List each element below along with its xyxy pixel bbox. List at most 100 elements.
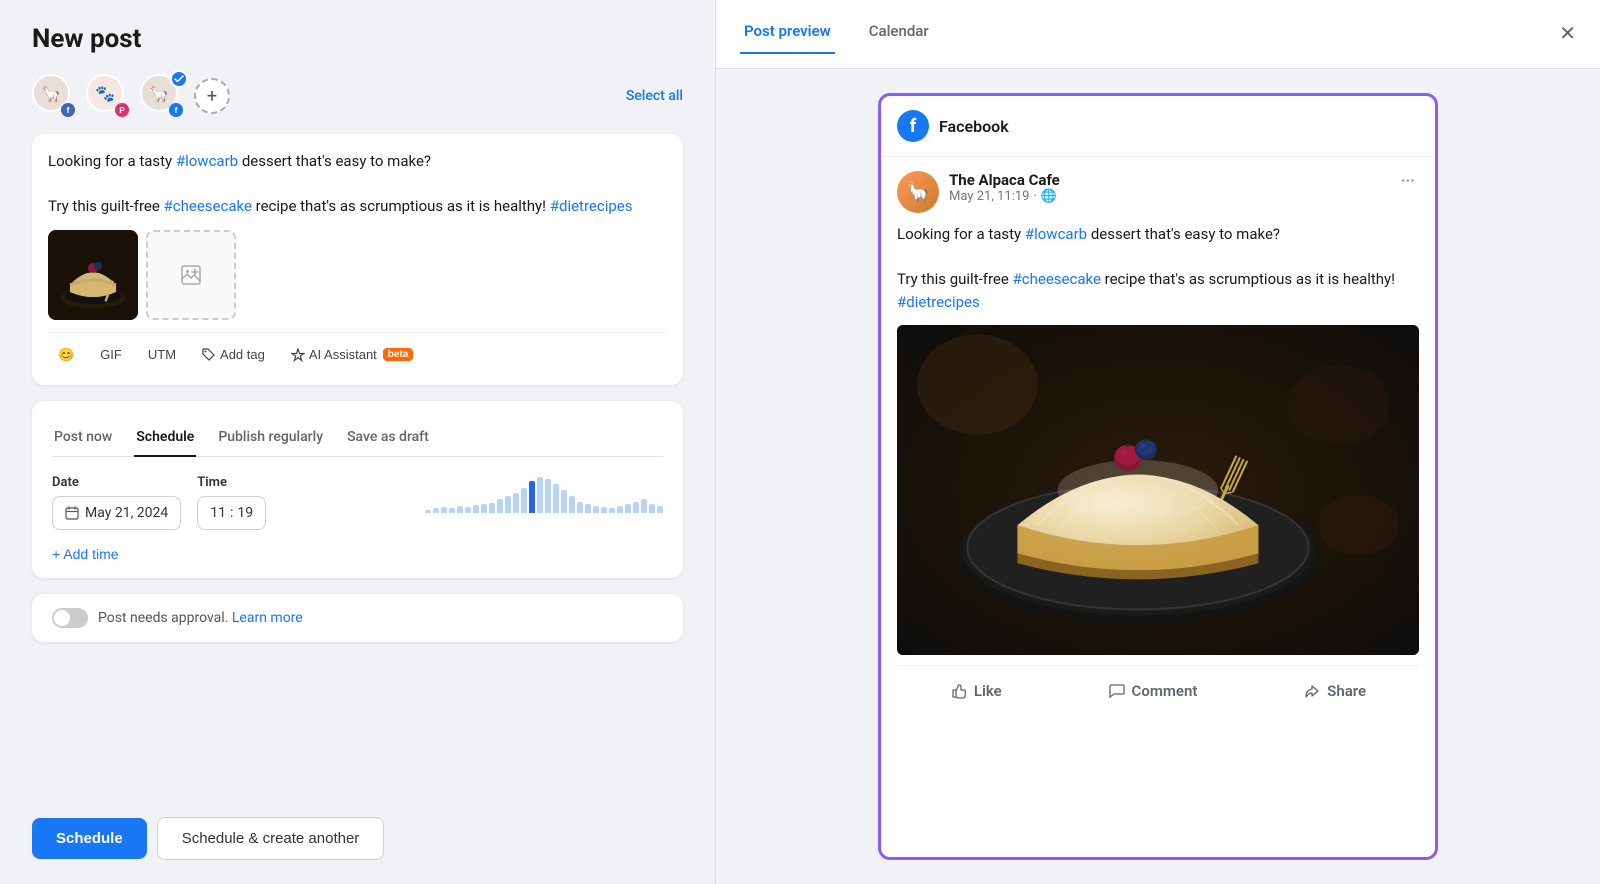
add-tag-button[interactable]: Add tag (192, 341, 275, 368)
approval-text: Post needs approval. Learn more (98, 610, 303, 626)
chart-bar-11 (513, 493, 519, 513)
date-label: Date (52, 475, 181, 490)
chart-bar-23 (609, 508, 615, 513)
preview-content: f Facebook 🦙 The Alpaca Cafe May 21, 11:… (716, 69, 1600, 884)
fb-like-button[interactable]: Like (934, 676, 1018, 706)
fb-platform-name: Facebook (939, 117, 1009, 136)
cheesecake-image-svg (897, 325, 1419, 655)
chart-bar-4 (457, 506, 463, 513)
chart-bar-28 (649, 504, 655, 513)
chart-bar-27 (641, 499, 647, 513)
time-input[interactable]: 11 : 19 (197, 496, 266, 530)
schedule-card: Post now Schedule Publish regularly Save… (32, 401, 683, 578)
fb-post-timestamp: May 21, 11:19 · 🌐 (949, 189, 1397, 204)
chart-bar-1 (433, 508, 439, 513)
chart-bar-26 (633, 502, 639, 513)
toolbar-row: 😊 GIF UTM Add tag AI Assistant beta (48, 332, 667, 369)
account-row: 🦙 f 🐾 P 🦙 f + Select all (32, 74, 683, 118)
fb-post-image (897, 325, 1419, 655)
ai-assistant-button[interactable]: AI Assistant beta (281, 341, 423, 368)
approval-toggle[interactable] (52, 608, 88, 628)
chart-bar-2 (441, 507, 447, 513)
utm-button[interactable]: UTM (138, 341, 186, 368)
facebook-preview: f Facebook 🦙 The Alpaca Cafe May 21, 11:… (878, 93, 1438, 860)
like-icon (950, 682, 968, 700)
cheesecake-thumbnail-svg (48, 230, 138, 320)
fb-page-avatar: 🦙 (897, 171, 939, 213)
chart-bar-24 (617, 506, 623, 513)
tab-post-preview[interactable]: Post preview (740, 14, 835, 54)
chart-bar-5 (465, 507, 471, 513)
composer-card: Looking for a tasty #lowcarb dessert tha… (32, 134, 683, 385)
chart-bar-7 (481, 504, 487, 513)
schedule-button[interactable]: Schedule (32, 818, 147, 859)
chart-bar-18 (569, 496, 575, 513)
add-media-button[interactable] (146, 230, 236, 320)
chart-bar-21 (593, 506, 599, 513)
add-time-button[interactable]: + Add time (52, 546, 119, 562)
engagement-chart (425, 475, 663, 515)
tab-publish-regularly[interactable]: Publish regularly (216, 421, 325, 457)
chart-bar-3 (449, 508, 455, 513)
tab-schedule[interactable]: Schedule (134, 421, 196, 457)
fb-page-name: The Alpaca Cafe (949, 171, 1397, 189)
select-all-link[interactable]: Select all (626, 88, 683, 104)
globe-icon: 🌐 (1041, 189, 1057, 204)
chart-bar-9 (497, 499, 503, 513)
chart-bar-6 (473, 505, 479, 513)
time-field-group: Time 11 : 19 (197, 475, 266, 530)
chart-bar-16 (553, 484, 559, 513)
schedule-create-another-button[interactable]: Schedule & create another (157, 817, 385, 860)
ai-beta-badge: beta (383, 348, 414, 361)
post-options-icon[interactable]: ··· (1397, 171, 1419, 192)
fb-post-header: 🦙 The Alpaca Cafe May 21, 11:19 · 🌐 ··· (897, 171, 1419, 213)
share-icon (1303, 682, 1321, 700)
chart-bar-17 (561, 490, 567, 513)
tag-icon (202, 348, 216, 362)
calendar-icon (65, 506, 79, 520)
page-title: New post (32, 24, 683, 54)
date-time-row: Date May 21, 2024 Time 11 : 19 (52, 475, 663, 530)
learn-more-link[interactable]: Learn more (232, 610, 303, 626)
emoji-button[interactable]: 😊 (48, 341, 84, 369)
fb-header: f Facebook (881, 96, 1435, 157)
date-input[interactable]: May 21, 2024 (52, 496, 181, 530)
time-label: Time (197, 475, 266, 490)
left-panel: New post 🦙 f 🐾 P 🦙 f + Select all (0, 0, 715, 884)
account-avatar-2[interactable]: 🐾 P (86, 74, 130, 118)
facebook-logo-icon: f (897, 110, 929, 142)
chart-bar-13 (529, 481, 535, 513)
image-add-icon (179, 263, 203, 287)
preview-header: Post preview Calendar ✕ (716, 0, 1600, 69)
bottom-button-row: Schedule Schedule & create another (32, 817, 683, 860)
gif-button[interactable]: GIF (90, 341, 132, 368)
chart-bar-19 (577, 502, 583, 513)
right-panel: Post preview Calendar ✕ f Facebook 🦙 The… (715, 0, 1600, 884)
media-thumbnail-1[interactable] (48, 230, 138, 320)
chart-bar-22 (601, 507, 607, 513)
ai-icon (291, 348, 305, 362)
fb-post: 🦙 The Alpaca Cafe May 21, 11:19 · 🌐 ··· … (881, 157, 1435, 724)
media-row (48, 230, 667, 320)
tab-post-now[interactable]: Post now (52, 421, 114, 457)
account-avatar-3[interactable]: 🦙 f (140, 74, 184, 118)
tab-calendar[interactable]: Calendar (865, 14, 933, 54)
approval-row: Post needs approval. Learn more (32, 594, 683, 642)
chart-bar-0 (425, 510, 431, 513)
chart-bar-8 (489, 503, 495, 513)
add-account-button[interactable]: + (194, 78, 230, 114)
tab-save-draft[interactable]: Save as draft (345, 421, 431, 457)
fb-comment-button[interactable]: Comment (1092, 676, 1214, 706)
fb-post-text: Looking for a tasty #lowcarb dessert tha… (897, 223, 1419, 313)
close-button[interactable]: ✕ (1559, 24, 1576, 44)
comment-icon (1108, 682, 1126, 700)
chart-bar-29 (657, 506, 663, 513)
chart-bar-15 (545, 479, 551, 513)
composer-text: Looking for a tasty #lowcarb dessert tha… (48, 150, 667, 218)
fb-post-actions: Like Comment Share (897, 665, 1419, 710)
fb-share-button[interactable]: Share (1287, 676, 1382, 706)
chart-bar-20 (585, 504, 591, 513)
chart-bar-10 (505, 496, 511, 513)
fb-post-meta: The Alpaca Cafe May 21, 11:19 · 🌐 (949, 171, 1397, 204)
account-avatar-1[interactable]: 🦙 f (32, 74, 76, 118)
